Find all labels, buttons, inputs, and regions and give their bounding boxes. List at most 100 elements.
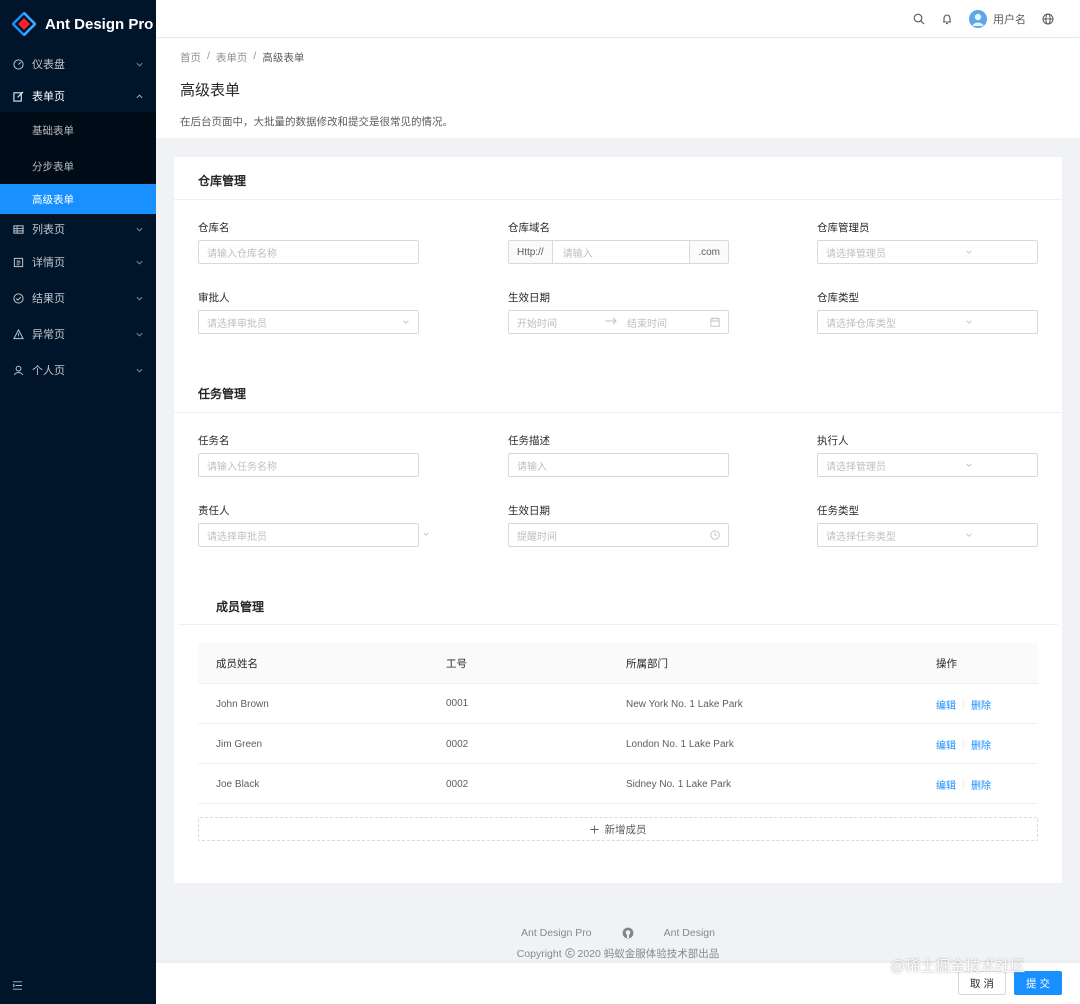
globe-icon[interactable] (1034, 0, 1062, 37)
approver-select[interactable]: 请选择审批员 (198, 310, 419, 334)
delete-link[interactable]: 删除 (971, 737, 991, 752)
edit-link[interactable]: 编辑 (936, 737, 956, 752)
sidebar-item-label: 仪表盘 (32, 59, 65, 71)
divider (963, 739, 964, 749)
time-picker[interactable]: 提醒时间 (508, 523, 729, 547)
logo[interactable]: Ant Design Pro (0, 0, 156, 48)
table-row: John Brown 0001 New York No. 1 Lake Park… (198, 684, 1038, 724)
chevron-down-icon (402, 318, 410, 326)
sidebar-item-advanced-form[interactable]: 高级表单 (0, 184, 156, 214)
sidebar: Ant Design Pro 仪表盘 表单页 基础表单 分步表单 高级表单 列表… (0, 0, 156, 1004)
page-description: 在后台页面中，大批量的数据修改和提交是很常见的情况。 (180, 116, 453, 128)
row-actions: 编辑 删除 (936, 764, 991, 804)
task-date-label: 生效日期 (508, 505, 550, 517)
app-title: Ant Design Pro (45, 15, 154, 33)
warehouse-type-label: 仓库类型 (817, 292, 859, 304)
task-type-label: 任务类型 (817, 505, 859, 517)
column-header-name: 成员姓名 (216, 658, 258, 670)
sidebar-item-step-form[interactable]: 分步表单 (0, 148, 156, 184)
chevron-down-icon (965, 531, 973, 539)
breadcrumb-current: 高级表单 (262, 52, 305, 64)
placeholder: 请选择管理员 (826, 248, 886, 260)
warning-icon (12, 328, 24, 340)
menu-fold-icon[interactable] (12, 980, 23, 994)
row-actions: 编辑 删除 (936, 724, 991, 764)
breadcrumb-separator: / (207, 50, 210, 62)
chevron-down-icon (965, 461, 973, 469)
warehouse-section-title: 仓库管理 (198, 174, 247, 188)
divider (963, 779, 964, 789)
bell-icon[interactable] (933, 0, 961, 37)
add-member-label: 新增成员 (604, 823, 647, 836)
dashboard-icon (12, 58, 24, 70)
watermark: @稀土掘金技术社区 (890, 958, 1026, 975)
placeholder: 请输入 (517, 461, 547, 473)
delete-link[interactable]: 删除 (971, 697, 991, 712)
add-member-button[interactable]: 新增成员 (198, 817, 1038, 841)
breadcrumb-home[interactable]: 首页 (180, 50, 201, 65)
ant-design-logo-icon (11, 11, 37, 37)
table-row: Jim Green 0002 London No. 1 Lake Park 编辑… (198, 724, 1038, 764)
table-icon (12, 223, 24, 235)
date-end: 结束时间 (627, 318, 667, 330)
executor-select[interactable]: 请选择管理员 (817, 453, 1038, 477)
column-header-id: 工号 (446, 658, 467, 670)
placeholder: 请输入任务名称 (207, 461, 277, 473)
task-desc-input[interactable]: 请输入 (508, 453, 729, 477)
sidebar-item-label: 个人页 (32, 365, 65, 377)
sidebar-item-basic-form[interactable]: 基础表单 (0, 112, 156, 148)
edit-link[interactable]: 编辑 (936, 777, 956, 792)
warehouse-name-label: 仓库名 (198, 222, 230, 234)
member-dept: New York No. 1 Lake Park (626, 698, 743, 710)
plus-icon (589, 824, 599, 834)
task-type-select[interactable]: 请选择任务类型 (817, 523, 1038, 547)
page-title: 高级表单 (180, 82, 241, 99)
sidebar-item-list[interactable]: 列表页 (0, 214, 156, 244)
date-range-picker[interactable]: 开始时间 结束时间 (508, 310, 729, 334)
approver-label: 审批人 (198, 292, 230, 304)
footer-link-pro[interactable]: Ant Design Pro (521, 927, 592, 939)
search-icon[interactable] (905, 0, 933, 37)
sidebar-item-profile[interactable]: 详情页 (0, 244, 156, 280)
form-icon (12, 90, 24, 102)
divider (178, 624, 1058, 625)
domain-suffix: .com (689, 241, 728, 263)
global-header: 用户名 (156, 0, 1080, 37)
member-name: John Brown (216, 698, 269, 710)
task-desc-label: 任务描述 (508, 435, 550, 447)
sidebar-item-form[interactable]: 表单页 (0, 80, 156, 112)
warehouse-type-select[interactable]: 请选择仓库类型 (817, 310, 1038, 334)
user-menu[interactable]: 用户名 (961, 0, 1034, 37)
table-row: Joe Black 0002 Sidney No. 1 Lake Park 编辑… (198, 764, 1038, 804)
footer-link-antd[interactable]: Ant Design (664, 927, 715, 939)
delete-link[interactable]: 删除 (971, 777, 991, 792)
clock-icon (710, 530, 720, 540)
effective-date-label: 生效日期 (508, 292, 550, 304)
sidebar-item-exception[interactable]: 异常页 (0, 316, 156, 352)
sidebar-item-account[interactable]: 个人页 (0, 352, 156, 388)
task-name-input[interactable]: 请输入任务名称 (198, 453, 419, 477)
sidebar-item-dashboard[interactable]: 仪表盘 (0, 48, 156, 80)
chevron-down-icon (134, 257, 144, 267)
chevron-down-icon (134, 329, 144, 339)
column-header-action: 操作 (936, 658, 957, 670)
sidebar-item-label: 结果页 (32, 293, 65, 305)
sidebar-item-result[interactable]: 结果页 (0, 280, 156, 316)
owner-select[interactable]: 请选择审批员 (198, 523, 419, 547)
member-id: 0001 (446, 697, 469, 709)
arrow-right-icon (605, 317, 627, 328)
github-icon[interactable] (622, 927, 634, 939)
member-id: 0002 (446, 738, 469, 750)
domain-prefix: Http:// (509, 241, 553, 263)
placeholder: 请选择任务类型 (826, 531, 896, 543)
sidebar-item-label: 列表页 (32, 224, 65, 236)
warehouse-admin-label: 仓库管理员 (817, 222, 870, 234)
breadcrumb-form[interactable]: 表单页 (216, 50, 248, 65)
sidebar-item-label: 表单页 (32, 91, 65, 103)
edit-link[interactable]: 编辑 (936, 697, 956, 712)
warehouse-name-input[interactable]: 请输入仓库名称 (198, 240, 419, 264)
copyright-text: 2020 蚂蚁金服体验技术部出品 (577, 948, 720, 960)
warehouse-domain-input[interactable]: Http:// 请输入 .com (508, 240, 729, 264)
divider (174, 199, 1062, 200)
warehouse-admin-select[interactable]: 请选择管理员 (817, 240, 1038, 264)
